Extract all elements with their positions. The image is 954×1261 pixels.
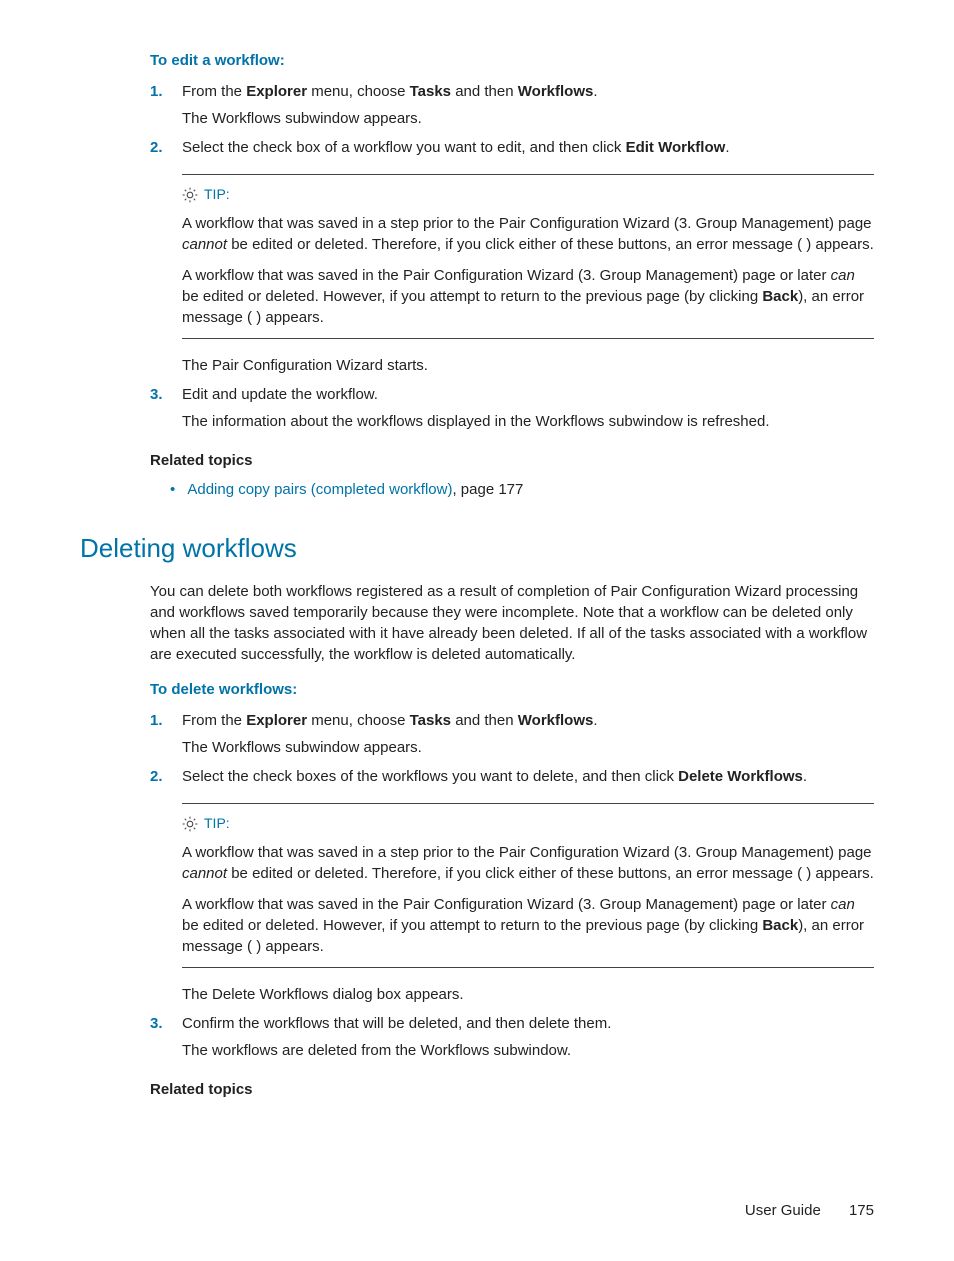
step-number: 2. [150,137,163,158]
step-result: The Workflows subwindow appears. [182,108,874,129]
step-1: 1. From the Explorer menu, choose Tasks … [150,710,874,758]
related-topics-heading: Related topics [150,450,874,471]
tip-label: TIP: [204,185,230,205]
step-result: The Workflows subwindow appears. [182,737,874,758]
tip-box: TIP: A workflow that was saved in a step… [182,174,874,339]
step-text: From the Explorer menu, choose Tasks and… [182,81,874,102]
divider [182,174,874,175]
step-3: 3. Edit and update the workflow. The inf… [150,384,874,432]
step-text: Confirm the workflows that will be delet… [182,1013,874,1034]
related-link[interactable]: Adding copy pairs (completed workflow) [187,481,452,498]
step-result: The information about the workflows disp… [182,411,874,432]
tip-body: A workflow that was saved in a step prio… [182,842,874,957]
procedure-heading: To delete workflows: [150,679,874,700]
step-2: 2. Select the check boxes of the workflo… [150,766,874,1005]
related-page: , page 177 [452,481,523,498]
section-title-deleting-workflows: Deleting workflows [80,530,874,566]
step-number: 3. [150,1013,163,1034]
tip-box: TIP: A workflow that was saved in a step… [182,803,874,968]
step-text: Edit and update the workflow. [182,384,874,405]
step-number: 3. [150,384,163,405]
related-topics-list: Adding copy pairs (completed workflow), … [150,479,874,500]
section-intro: You can delete both workflows registered… [150,581,874,665]
page-footer: User Guide 175 [80,1200,874,1221]
step-number: 1. [150,81,163,102]
step-3: 3. Confirm the workflows that will be de… [150,1013,874,1061]
edit-steps: 1. From the Explorer menu, choose Tasks … [150,81,874,432]
tip-body: A workflow that was saved in a step prio… [182,213,874,328]
tip-label: TIP: [204,814,230,834]
divider [182,967,874,968]
related-topic-item: Adding copy pairs (completed workflow), … [170,479,874,500]
page-number: 175 [849,1202,874,1219]
tip-heading: TIP: [182,814,874,834]
step-result: The Pair Configuration Wizard starts. [182,355,874,376]
related-topics-heading: Related topics [150,1079,874,1100]
delete-workflows-section: To delete workflows: 1. From the Explore… [150,679,874,1100]
step-number: 1. [150,710,163,731]
step-result: The Delete Workflows dialog box appears. [182,984,874,1005]
edit-workflow-section: To edit a workflow: 1. From the Explorer… [150,50,874,500]
tip-icon [182,187,198,203]
delete-steps: 1. From the Explorer menu, choose Tasks … [150,710,874,1061]
step-text: From the Explorer menu, choose Tasks and… [182,710,874,731]
divider [182,803,874,804]
step-text: Select the check box of a workflow you w… [182,137,874,158]
footer-label: User Guide [745,1202,821,1219]
step-result: The workflows are deleted from the Workf… [182,1040,874,1061]
step-text: Select the check boxes of the workflows … [182,766,874,787]
step-number: 2. [150,766,163,787]
divider [182,338,874,339]
tip-heading: TIP: [182,185,874,205]
tip-icon [182,816,198,832]
step-2: 2. Select the check box of a workflow yo… [150,137,874,376]
step-1: 1. From the Explorer menu, choose Tasks … [150,81,874,129]
procedure-heading: To edit a workflow: [150,50,874,71]
